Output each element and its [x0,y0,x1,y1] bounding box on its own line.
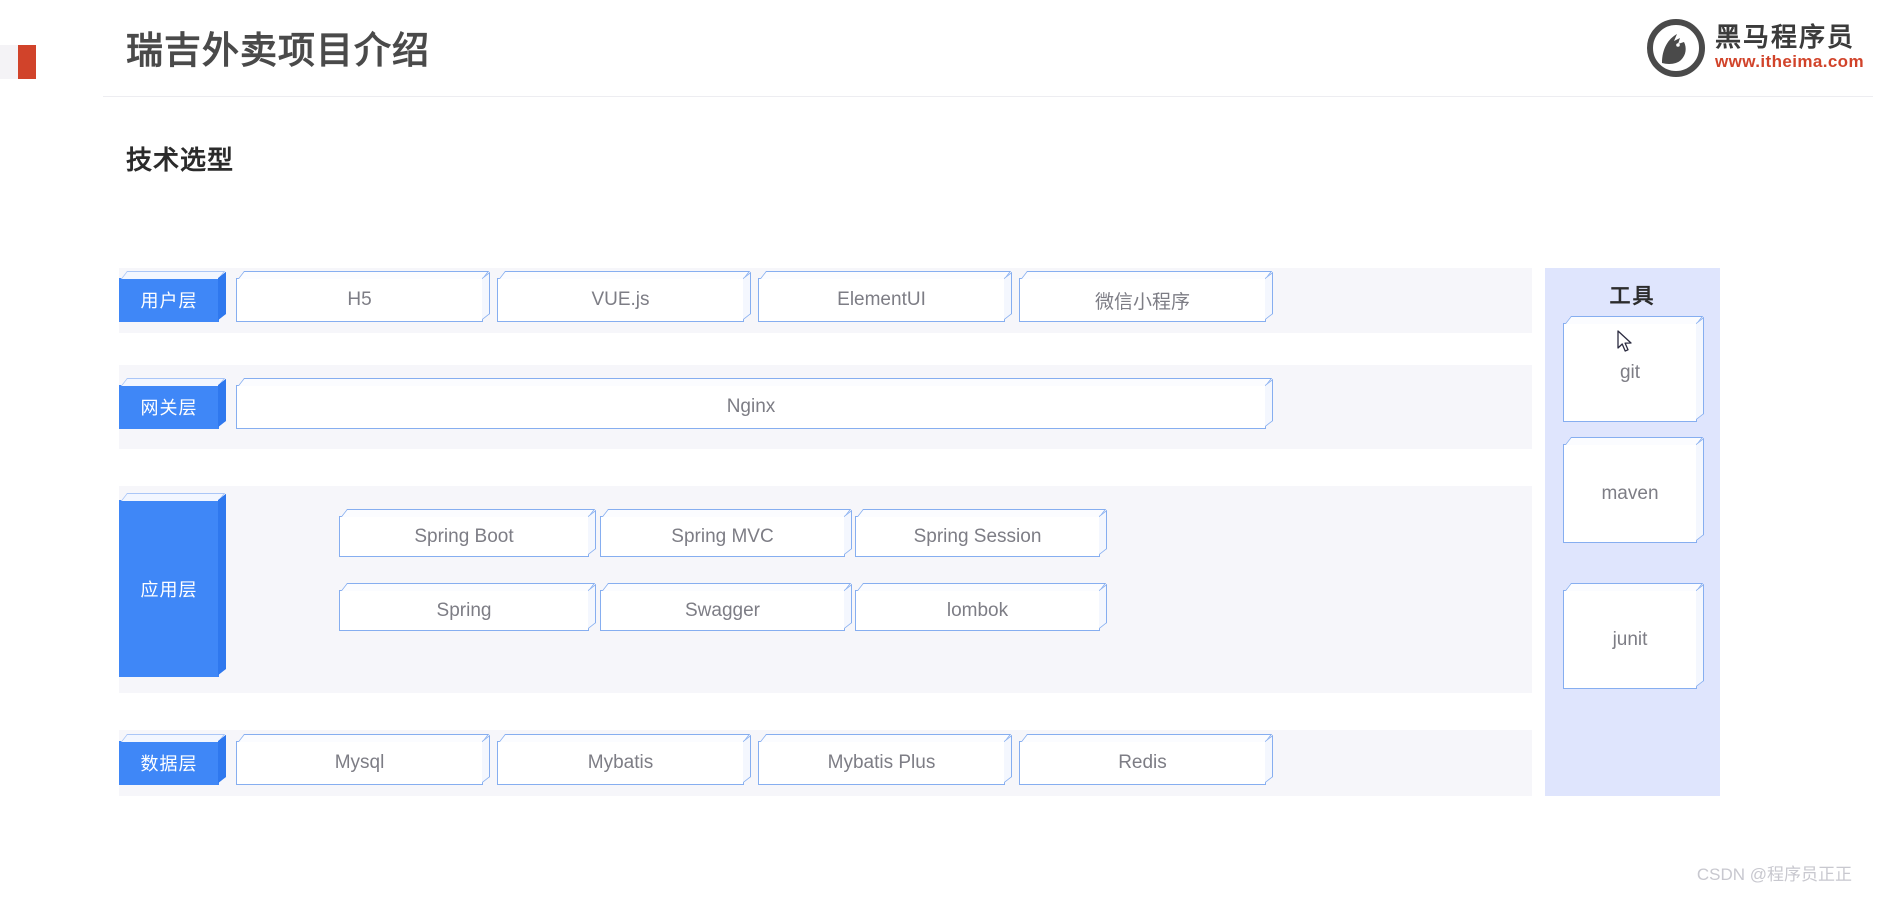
brand-name: 黑马程序员 [1715,21,1856,52]
tech-box-h5[interactable]: H5 [236,278,483,322]
tech-box-vuejs[interactable]: VUE.js [497,278,744,322]
tool-box-label: git [1619,361,1641,383]
tech-box-label: Spring [436,599,492,621]
tech-box-spring-session[interactable]: Spring Session [855,516,1100,557]
tech-box-mysql[interactable]: Mysql [236,741,483,785]
tech-box-spring-boot[interactable]: Spring Boot [339,516,589,557]
tech-box-label: Redis [1118,752,1167,773]
tech-box-label: lombok [946,599,1009,621]
tool-box-label: junit [1612,628,1648,650]
tech-box-elementui[interactable]: ElementUI [758,278,1005,322]
tech-box-label: Swagger [685,599,760,621]
tech-box-label: Mysql [334,752,385,773]
tech-box-lombok[interactable]: lombok [855,590,1100,631]
tech-box-swagger[interactable]: Swagger [600,590,845,631]
layer-label-user: 用户层 [119,278,219,322]
section-title: 技术选型 [126,145,235,175]
brand-url: www.itheima.com [1715,52,1864,72]
page-header: 瑞吉外卖项目介绍 黑马程序员 www.itheima.com [0,0,1902,97]
layer-label-gateway: 网关层 [119,385,219,429]
tech-box-label: Nginx [726,396,776,417]
tech-box-spring[interactable]: Spring [339,590,589,631]
tool-box-label: maven [1601,482,1659,504]
header-marker-backdrop [0,45,18,79]
header-divider [103,96,1873,97]
brand-logo: 黑马程序员 www.itheima.com [1647,18,1864,78]
tech-box-nginx[interactable]: Nginx [236,385,1266,429]
page-title: 瑞吉外卖项目介绍 [126,30,430,71]
tools-panel-title: 工具 [1609,285,1656,308]
tech-box-label: Mybatis Plus [827,752,936,773]
tech-box-spring-mvc[interactable]: Spring MVC [600,516,845,557]
layer-label-text: 用户层 [140,291,198,311]
horse-head-circle-logo-icon [1647,19,1706,77]
tools-panel: 工具 git maven junit [1545,268,1720,796]
tech-box-mybatis[interactable]: Mybatis [497,741,744,785]
layer-label-text: 网关层 [140,398,198,418]
watermark: CSDN @程序员正正 [1696,865,1852,884]
tech-box-redis[interactable]: Redis [1019,741,1266,785]
architecture-diagram: 用户层 H5 VUE.js ElementUI 微信小程序 网关层 Nginx … [119,268,1532,796]
tech-box-label: Mybatis [587,752,654,773]
tool-box-git[interactable]: git [1563,323,1697,422]
tech-box-label: VUE.js [591,289,650,310]
tech-box-label: Spring Boot [414,525,514,547]
layer-label-text: 数据层 [140,754,198,774]
tech-box-mybatis-plus[interactable]: Mybatis Plus [758,741,1005,785]
header-accent-marker [18,45,36,79]
tech-box-label: ElementUI [837,289,926,310]
brand-text: 黑马程序员 www.itheima.com [1715,21,1864,73]
tech-box-wechat-miniprogram[interactable]: 微信小程序 [1019,278,1266,322]
layer-label-application: 应用层 [119,500,219,677]
tool-box-maven[interactable]: maven [1563,444,1697,543]
tech-box-label: Spring MVC [671,525,774,547]
tech-box-label: H5 [347,289,372,310]
tech-box-label: 微信小程序 [1094,291,1190,313]
layer-label-text: 应用层 [140,579,198,600]
tool-box-junit[interactable]: junit [1563,590,1697,689]
tech-box-label: Spring Session [913,525,1042,547]
layer-label-data: 数据层 [119,741,219,785]
